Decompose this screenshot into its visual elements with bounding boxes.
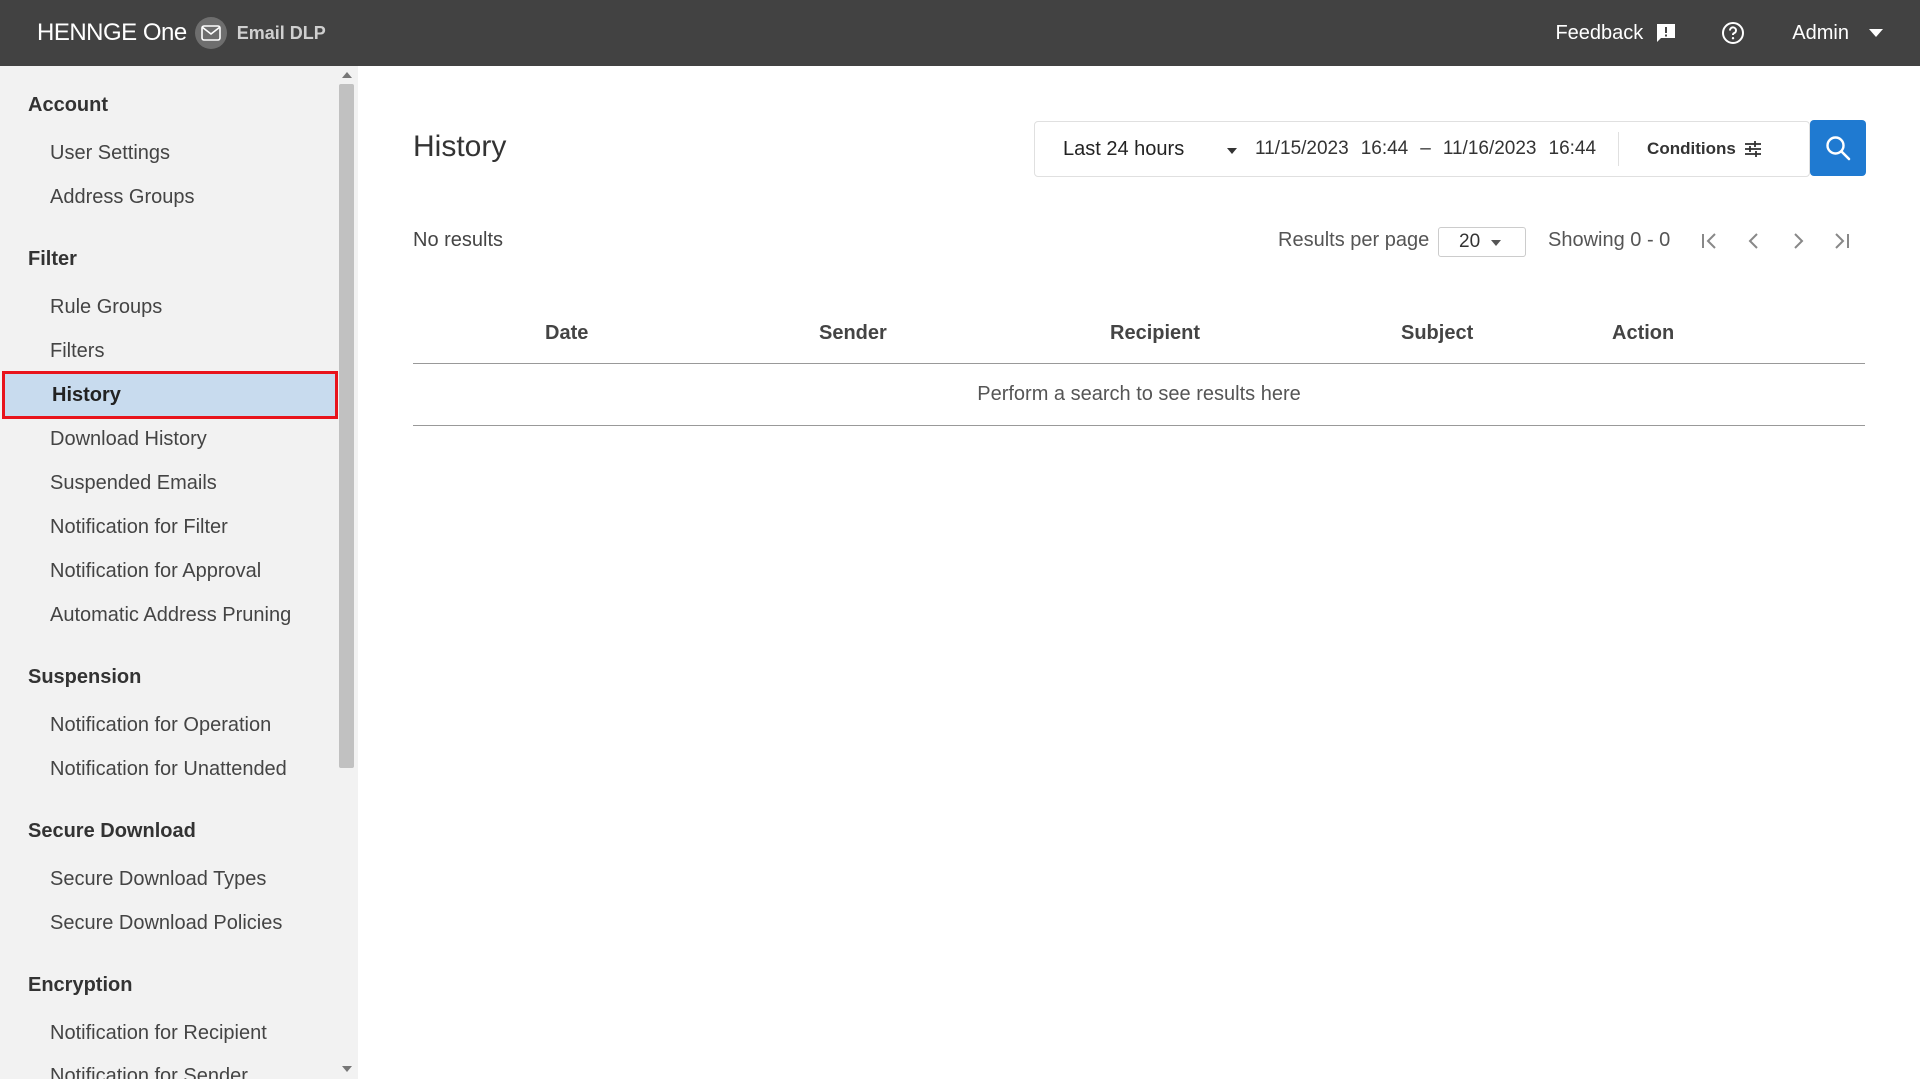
first-page-icon[interactable] [1698, 229, 1722, 253]
top-bar: HENNGE One Email DLP Feedback Admin [0, 0, 1920, 66]
sidebar-item-secure-download-policies[interactable]: Secure Download Policies [0, 901, 338, 945]
feedback-icon [1657, 24, 1676, 42]
next-page-icon[interactable] [1786, 229, 1810, 253]
sidebar-item-history[interactable]: History [2, 371, 338, 419]
results-count: No results [413, 229, 504, 251]
sidebar-item-secure-download-types[interactable]: Secure Download Types [0, 857, 338, 901]
from-date-field[interactable]: 11/15/2023 [1255, 138, 1349, 160]
column-header-sender[interactable]: Sender [819, 322, 887, 345]
conditions-label: Conditions [1647, 139, 1736, 158]
previous-page-icon[interactable] [1742, 229, 1766, 253]
brand[interactable]: HENNGE One Email DLP [37, 0, 326, 66]
column-header-recipient[interactable]: Recipient [1110, 322, 1200, 345]
scroll-down-arrow-icon[interactable] [342, 1066, 352, 1072]
feedback-button[interactable]: Feedback [1555, 22, 1677, 45]
results-per-page-label: Results per page [1278, 229, 1430, 251]
sidebar-item-rule-groups[interactable]: Rule Groups [0, 285, 338, 329]
chevron-down-icon [1491, 240, 1501, 246]
empty-table-message: Perform a search to see results here [413, 364, 1865, 426]
user-label: Admin [1792, 21, 1849, 44]
page-title: History [413, 130, 507, 163]
sidebar-item-notification-for-sender[interactable]: Notification for Sender [0, 1054, 338, 1079]
sidebar-item-suspended-emails[interactable]: Suspended Emails [0, 461, 338, 505]
sidebar-item-address-groups[interactable]: Address Groups [0, 175, 338, 219]
sidebar-section-account: Account [28, 94, 108, 116]
product-name: Email DLP [236, 22, 326, 43]
sidebar-item-download-history[interactable]: Download History [0, 417, 338, 461]
column-header-date[interactable]: Date [545, 322, 588, 345]
sidebar-item-notification-for-approval[interactable]: Notification for Approval [0, 549, 338, 593]
sidebar: Account User Settings Address Groups Fil… [0, 66, 358, 1079]
search-button[interactable] [1810, 120, 1866, 176]
from-time-field[interactable]: 16:44 [1361, 138, 1409, 160]
results-per-page-value: 20 [1459, 231, 1481, 252]
sidebar-item-automatic-address-pruning[interactable]: Automatic Address Pruning [0, 593, 338, 637]
sidebar-section-encryption: Encryption [28, 974, 133, 996]
date-range-separator: – [1420, 138, 1431, 159]
sidebar-item-notification-for-filter[interactable]: Notification for Filter [0, 505, 338, 549]
table-header: Date Sender Recipient Subject Action [413, 316, 1865, 364]
sidebar-section-secure-download: Secure Download [28, 820, 196, 842]
sliders-icon [1744, 141, 1761, 157]
column-header-action[interactable]: Action [1612, 322, 1674, 345]
brand-logo: HENNGE One [37, 19, 187, 46]
conditions-button[interactable]: Conditions [1619, 139, 1782, 159]
sidebar-item-user-settings[interactable]: User Settings [0, 131, 338, 175]
sidebar-section-suspension: Suspension [28, 666, 142, 688]
help-icon[interactable] [1721, 21, 1745, 45]
sidebar-item-notification-for-operation[interactable]: Notification for Operation [0, 703, 338, 747]
search-icon [1826, 136, 1851, 161]
feedback-label: Feedback [1555, 21, 1644, 44]
user-menu[interactable]: Admin [1792, 22, 1883, 45]
sidebar-section-filter: Filter [28, 248, 77, 270]
sidebar-item-notification-for-recipient[interactable]: Notification for Recipient [0, 1011, 338, 1055]
column-header-subject[interactable]: Subject [1401, 322, 1473, 345]
mail-icon [194, 17, 227, 49]
time-range-value: Last 24 hours [1063, 137, 1185, 160]
showing-range: Showing 0 - 0 [1548, 229, 1671, 251]
to-time-field[interactable]: 16:44 [1549, 138, 1597, 160]
last-page-icon[interactable] [1830, 229, 1854, 253]
sidebar-scroll-thumb[interactable] [339, 84, 354, 768]
results-per-page-select[interactable]: 20 [1438, 227, 1526, 257]
search-bar: Last 24 hours 11/15/2023 16:44 – 11/16/2… [1034, 121, 1810, 177]
chevron-down-icon [1869, 29, 1883, 37]
time-range-select[interactable]: Last 24 hours [1035, 122, 1255, 176]
to-date-field[interactable]: 11/16/2023 [1443, 138, 1537, 160]
sidebar-item-notification-for-unattended[interactable]: Notification for Unattended [0, 747, 338, 791]
sidebar-item-filters[interactable]: Filters [0, 329, 338, 373]
chevron-down-icon [1227, 148, 1237, 154]
scroll-up-arrow-icon[interactable] [342, 72, 352, 78]
